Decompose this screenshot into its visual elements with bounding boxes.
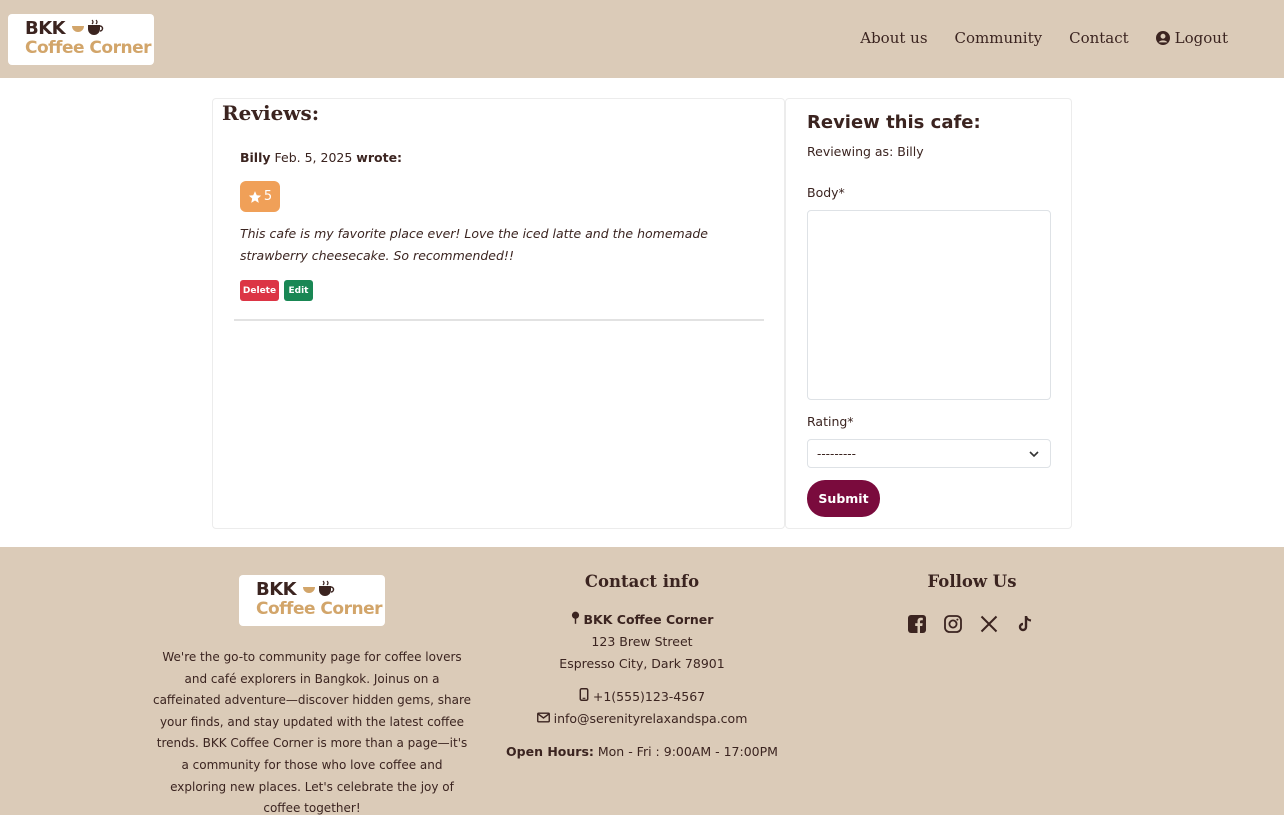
form-title: Review this cafe:	[807, 112, 981, 133]
reviewing-as: Reviewing as: Billy	[807, 144, 924, 159]
navbar: BKK Coffee Corner About us Community Con…	[0, 0, 1284, 78]
review-wrote: wrote:	[356, 150, 403, 165]
rating-select-value: ---------	[817, 446, 856, 461]
rating-select[interactable]: ---------	[807, 439, 1051, 468]
nav-community[interactable]: Community	[955, 29, 1043, 47]
facebook-icon[interactable]	[908, 615, 926, 633]
hours-label: Open Hours:	[506, 744, 594, 759]
rating-value: 5	[263, 189, 273, 204]
nav-contact[interactable]: Contact	[1069, 29, 1129, 47]
envelope-icon	[536, 712, 550, 723]
brand-logo[interactable]: BKK Coffee Corner	[8, 14, 154, 65]
chevron-down-icon	[1029, 451, 1039, 458]
brand-line2: Coffee Corner	[25, 38, 151, 58]
x-icon[interactable]	[980, 615, 998, 633]
hours-value: Mon - Fri : 9:00AM - 17:00PM	[597, 744, 778, 759]
reviews-title: Reviews:	[222, 101, 320, 125]
review-body: This cafe is my favorite place ever! Lov…	[240, 226, 708, 263]
review-header: Billy Feb. 5, 2025 wrote:	[240, 150, 402, 165]
reviews-card: Reviews: Billy Feb. 5, 2025 wrote: 5 Thi…	[212, 98, 785, 529]
brand-line1: BKK	[25, 18, 66, 39]
contact-address: BKK Coffee Corner 123 Brew Street Espres…	[492, 609, 792, 675]
footer-brand-logo[interactable]: BKK Coffee Corner	[239, 575, 385, 626]
contact-phone: +1(555)123-4567	[592, 689, 706, 704]
review-author: Billy	[240, 150, 271, 165]
social-links	[908, 615, 1034, 633]
instagram-icon[interactable]	[944, 615, 962, 633]
user-circle-icon	[1155, 31, 1170, 45]
phone-icon	[579, 688, 589, 701]
contact-phone-email: +1(555)123-4567 info@serenityrelaxandspa…	[492, 686, 792, 730]
footer-about-text: We're the go-to community page for coffe…	[152, 650, 472, 816]
submit-button[interactable]: Submit	[807, 480, 880, 517]
contact-title: Contact info	[584, 572, 700, 591]
contact-hours: Open Hours: Mon - Fri : 9:00AM - 17:00PM	[492, 741, 792, 763]
review-form-card: Review this cafe: Reviewing as: Billy Bo…	[785, 98, 1072, 529]
footer-brand-line2: Coffee Corner	[256, 599, 382, 619]
review-date: Feb. 5, 2025	[274, 150, 353, 165]
contact-email[interactable]: info@serenityrelaxandspa.com	[554, 711, 748, 726]
body-label: Body*	[807, 185, 845, 200]
footer: BKK Coffee Corner We're the go-to commun…	[0, 547, 1284, 815]
contact-address2: Espresso City, Dark 78901	[559, 656, 725, 671]
rating-label: Rating*	[807, 414, 854, 429]
nav-logout-label: Logout	[1174, 29, 1228, 47]
tiktok-icon[interactable]	[1016, 615, 1034, 633]
map-pin-icon	[571, 611, 579, 624]
star-icon	[248, 190, 261, 203]
review-divider	[234, 319, 764, 321]
follow-title: Follow Us	[927, 572, 1017, 591]
nav-about[interactable]: About us	[860, 29, 927, 47]
contact-name: BKK Coffee Corner	[583, 612, 714, 627]
nav-logout[interactable]: Logout	[1155, 29, 1228, 47]
body-textarea[interactable]	[807, 210, 1051, 400]
footer-brand-line1: BKK	[256, 579, 297, 600]
contact-address1: 123 Brew Street	[591, 634, 693, 649]
delete-button[interactable]: Delete	[240, 280, 279, 301]
rating-badge: 5	[240, 181, 280, 212]
edit-button[interactable]: Edit	[284, 280, 313, 301]
nav-links: About us Community Contact Logout	[860, 29, 1228, 47]
